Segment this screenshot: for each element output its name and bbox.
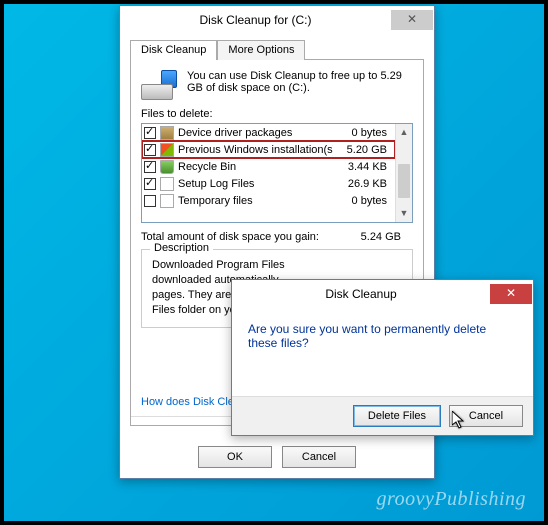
file-name: Recycle Bin bbox=[178, 161, 333, 173]
file-size: 3.44 KB bbox=[333, 161, 393, 173]
bin-icon bbox=[160, 160, 174, 174]
checkbox[interactable] bbox=[144, 195, 156, 207]
dialog-cancel-button[interactable]: Cancel bbox=[449, 405, 523, 427]
close-button[interactable]: ✕ bbox=[391, 10, 433, 30]
file-row[interactable]: Recycle Bin3.44 KB bbox=[142, 158, 395, 175]
file-size: 0 bytes bbox=[333, 195, 393, 207]
file-name: Setup Log Files bbox=[178, 178, 333, 190]
window-title: Disk Cleanup for (C:) bbox=[120, 13, 391, 27]
dialog-titlebar: Disk Cleanup ✕ bbox=[232, 280, 533, 308]
file-size: 26.9 KB bbox=[333, 178, 393, 190]
file-icon bbox=[160, 177, 174, 191]
delete-files-button[interactable]: Delete Files bbox=[353, 405, 441, 427]
dialog-button-bar: Delete Files Cancel bbox=[232, 396, 533, 435]
tabstrip: Disk Cleanup More Options bbox=[130, 40, 424, 60]
files-to-delete-label: Files to delete: bbox=[141, 108, 413, 120]
file-row[interactable]: Device driver packages0 bytes bbox=[142, 124, 395, 141]
pkg-icon bbox=[160, 126, 174, 140]
cancel-button[interactable]: Cancel bbox=[282, 446, 356, 468]
confirm-dialog: Disk Cleanup ✕ Are you sure you want to … bbox=[231, 279, 534, 436]
total-value: 5.24 GB bbox=[343, 231, 413, 243]
scroll-up-icon[interactable]: ▲ bbox=[396, 124, 412, 141]
scrollbar[interactable]: ▲ ▼ bbox=[395, 124, 412, 222]
checkbox[interactable] bbox=[144, 127, 156, 139]
win-icon bbox=[160, 143, 174, 157]
description-legend: Description bbox=[150, 242, 213, 254]
dialog-message: Are you sure you want to permanently del… bbox=[232, 308, 533, 396]
file-name: Device driver packages bbox=[178, 127, 333, 139]
file-row[interactable]: Setup Log Files26.9 KB bbox=[142, 175, 395, 192]
checkbox[interactable] bbox=[144, 178, 156, 190]
checkbox[interactable] bbox=[144, 144, 156, 156]
watermark: groovyPublishing bbox=[377, 488, 526, 511]
scroll-thumb[interactable] bbox=[398, 164, 410, 198]
dialog-title: Disk Cleanup bbox=[232, 287, 490, 301]
scroll-down-icon[interactable]: ▼ bbox=[396, 205, 412, 222]
checkbox[interactable] bbox=[144, 161, 156, 173]
dialog-close-button[interactable]: ✕ bbox=[490, 284, 532, 304]
intro-text: You can use Disk Cleanup to free up to 5… bbox=[187, 70, 413, 100]
file-row[interactable]: Temporary files0 bytes bbox=[142, 192, 395, 209]
file-list: Device driver packages0 bytesPrevious Wi… bbox=[141, 123, 413, 223]
titlebar: Disk Cleanup for (C:) ✕ bbox=[120, 6, 434, 34]
file-size: 0 bytes bbox=[333, 127, 393, 139]
main-button-row: OK Cancel bbox=[120, 436, 434, 480]
intro-row: You can use Disk Cleanup to free up to 5… bbox=[141, 70, 413, 100]
drive-icon bbox=[141, 70, 177, 100]
tab-disk-cleanup[interactable]: Disk Cleanup bbox=[130, 40, 217, 60]
file-icon bbox=[160, 194, 174, 208]
ok-button[interactable]: OK bbox=[198, 446, 272, 468]
file-row[interactable]: Previous Windows installation(s)5.20 GB bbox=[142, 141, 395, 158]
file-name: Previous Windows installation(s) bbox=[178, 144, 333, 156]
tab-more-options[interactable]: More Options bbox=[217, 40, 305, 60]
file-size: 5.20 GB bbox=[333, 144, 393, 156]
file-name: Temporary files bbox=[178, 195, 333, 207]
